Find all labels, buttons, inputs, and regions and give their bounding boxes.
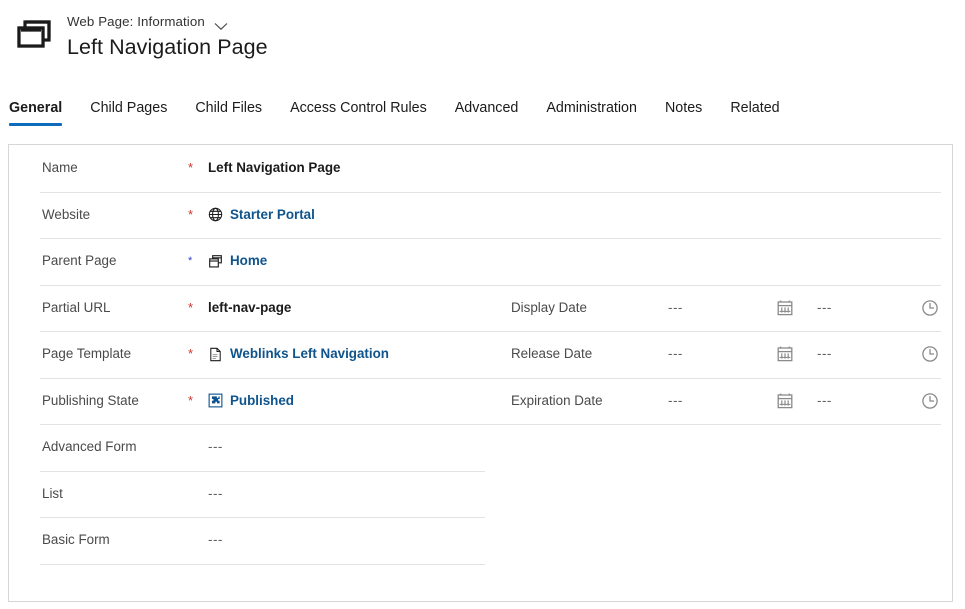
time-input-release-date[interactable]: --- (817, 345, 832, 363)
field-value-name[interactable]: Left Navigation Page (208, 159, 340, 177)
general-tab-form-card: Name * Left Navigation Page Website * Starter… (8, 144, 953, 602)
field-label-advanced-form: Advanced Form (42, 439, 137, 455)
tab-child-files[interactable]: Child Files (195, 99, 262, 126)
chevron-down-icon[interactable] (214, 18, 228, 30)
tab-notes[interactable]: Notes (665, 99, 702, 126)
form-tab-bar: General Child Pages Child Files Access Cont… (0, 99, 965, 131)
field-label-display-date: Display Date (511, 299, 587, 315)
tab-administration[interactable]: Administration (546, 99, 637, 126)
tab-advanced[interactable]: Advanced (455, 99, 519, 126)
field-label-expiration-date: Expiration Date (511, 392, 603, 408)
required-marker-parent-page: * (188, 255, 193, 268)
field-value-list[interactable]: --- (208, 485, 223, 503)
breadcrumb[interactable]: Web Page: Information (67, 14, 228, 30)
page-title: Left Navigation Page (67, 35, 268, 59)
form-row-parent-page: Parent Page * Home (9, 238, 952, 285)
row-divider (40, 563, 485, 565)
field-value-website[interactable]: Starter Portal (208, 206, 315, 224)
required-marker-name: * (188, 160, 194, 176)
form-row-name: Name * Left Navigation Page (9, 145, 952, 192)
clock-icon[interactable] (921, 345, 939, 363)
clock-icon[interactable] (921, 299, 939, 317)
field-value-advanced-form[interactable]: --- (208, 438, 223, 456)
form-row-basic-form: Basic Form --- (9, 517, 952, 564)
field-value-text-advanced-form: --- (208, 439, 223, 455)
field-value-basic-form[interactable]: --- (208, 531, 223, 549)
field-label-list: List (42, 485, 63, 501)
calendar-icon[interactable] (776, 299, 794, 317)
form-row-expiration-date: Expiration Date --- --- (9, 378, 952, 425)
field-label-name: Name (42, 160, 78, 176)
tab-child-pages[interactable]: Child Pages (90, 99, 167, 126)
web-pages-stack-icon (12, 15, 60, 61)
field-value-parent-page[interactable]: Home (208, 252, 267, 270)
date-input-release-date[interactable]: --- (668, 345, 683, 363)
tab-access-control-rules[interactable]: Access Control Rules (290, 99, 427, 126)
form-row-display-date: Display Date --- --- (9, 285, 952, 332)
field-label-parent-page: Parent Page (42, 253, 117, 269)
date-input-display-date[interactable]: --- (668, 299, 683, 317)
tab-related[interactable]: Related (730, 99, 779, 126)
field-label-basic-form: Basic Form (42, 532, 110, 548)
time-input-expiration-date[interactable]: --- (817, 392, 832, 410)
field-label-website: Website (42, 206, 91, 222)
form-row-list: List --- (9, 471, 952, 518)
page-header: Web Page: Information Left Navigation Pa… (0, 0, 965, 92)
web-page-information-form: Web Page: Information Left Navigation Pa… (0, 0, 965, 609)
clock-icon[interactable] (921, 392, 939, 410)
tab-general[interactable]: General (9, 99, 63, 126)
field-value-text-parent-page: Home (230, 253, 268, 269)
web-pages-stack-icon (208, 254, 223, 269)
field-value-text-basic-form: --- (208, 532, 223, 548)
calendar-icon[interactable] (776, 345, 794, 363)
date-input-expiration-date[interactable]: --- (668, 392, 683, 410)
field-value-text-name: Left Navigation Page (208, 160, 341, 176)
required-marker-website: * (188, 206, 194, 222)
field-value-text-website: Starter Portal (230, 206, 315, 222)
form-row-website: Website * Starter Portal (9, 192, 952, 239)
form-row-advanced-form: Advanced Form --- (9, 424, 952, 471)
time-input-display-date[interactable]: --- (817, 299, 832, 317)
breadcrumb-label: Web Page: Information (67, 14, 205, 29)
field-value-text-list: --- (208, 485, 223, 501)
calendar-icon[interactable] (776, 392, 794, 410)
form-row-release-date: Release Date --- --- (9, 331, 952, 378)
globe-icon (208, 207, 223, 222)
field-label-release-date: Release Date (511, 346, 593, 362)
